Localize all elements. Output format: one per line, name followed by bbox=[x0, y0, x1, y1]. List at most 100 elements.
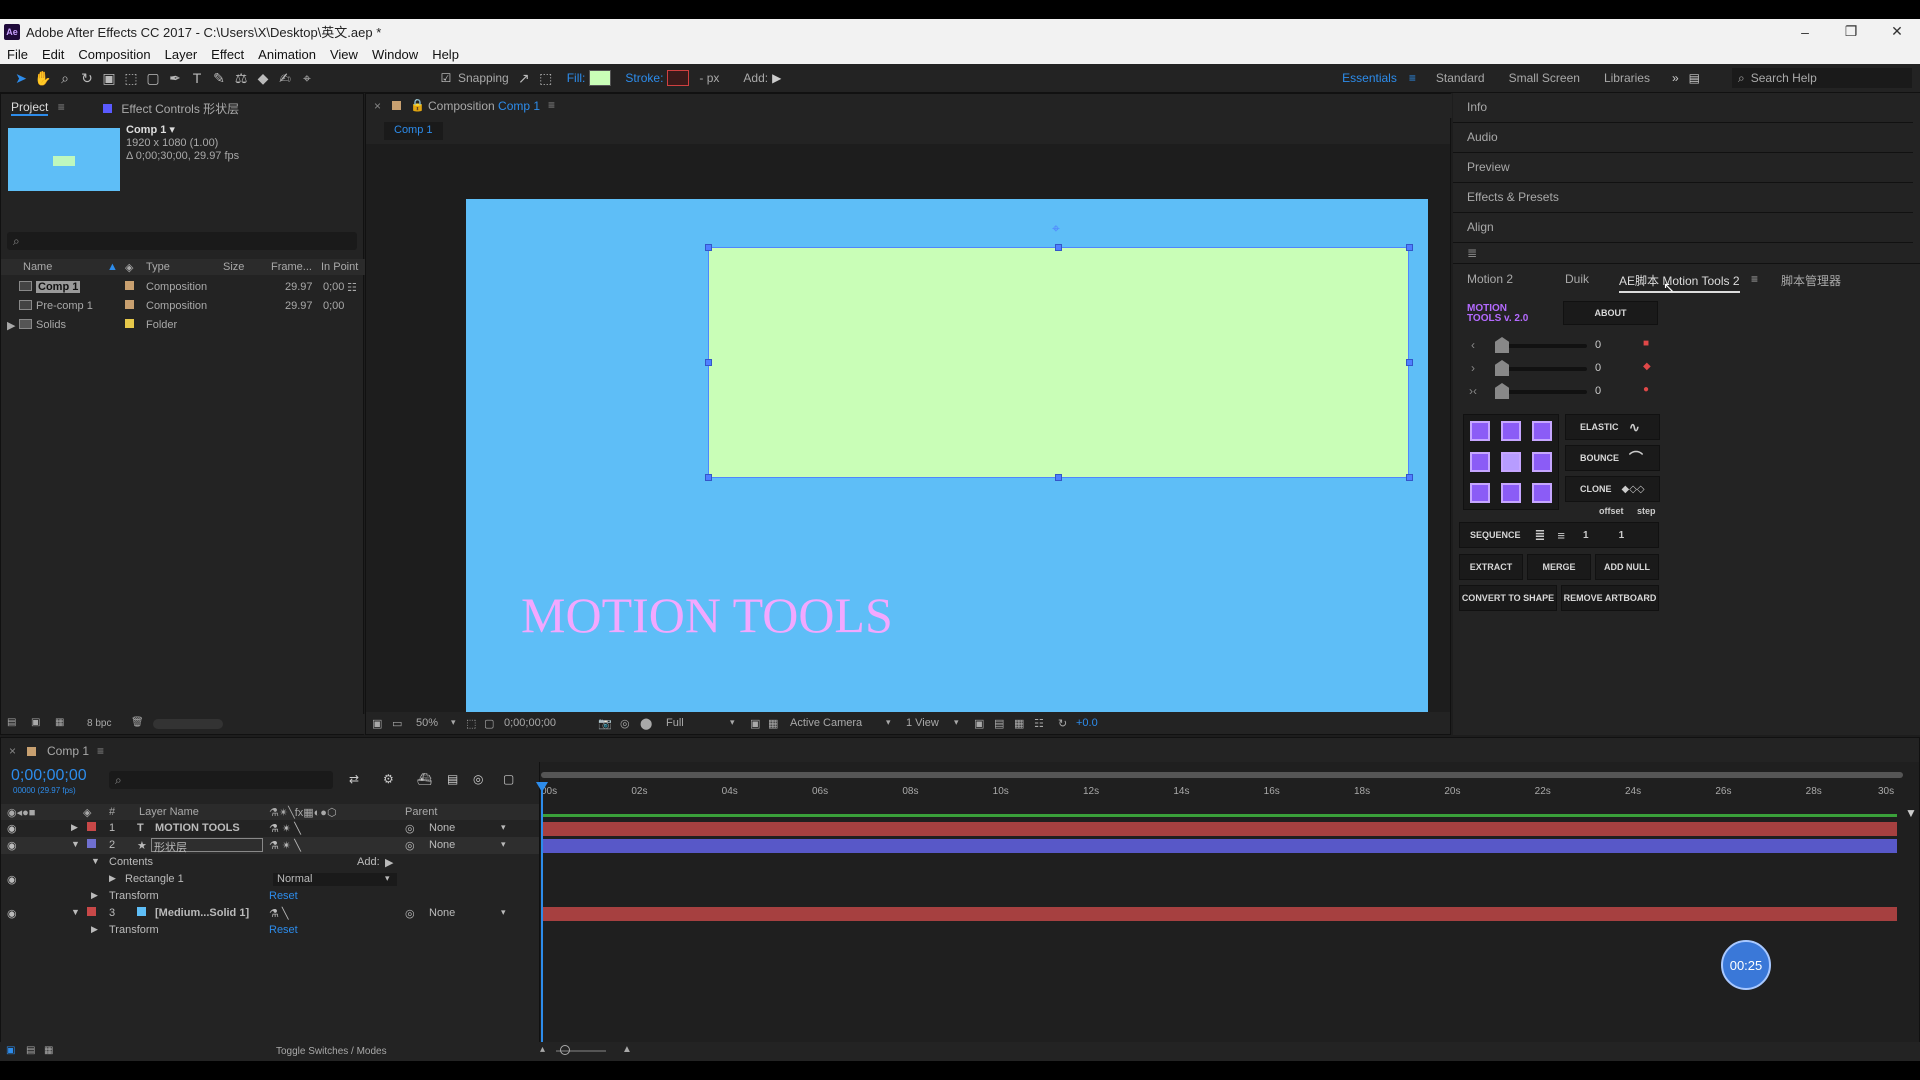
menu-view[interactable]: View bbox=[323, 47, 365, 62]
tab-script-manager[interactable]: 脚本管理器 bbox=[1781, 272, 1841, 289]
minimize-button[interactable]: – bbox=[1782, 19, 1828, 44]
parent-icon[interactable]: ◎ bbox=[405, 907, 415, 920]
transfer-controls-icon[interactable]: ▤ bbox=[26, 1045, 35, 1056]
preview-panel-tab[interactable]: Preview bbox=[1467, 160, 1510, 174]
work-area-bar[interactable] bbox=[541, 772, 1903, 778]
project-item-pre-comp-1[interactable]: Pre-comp 1 Composition 29.97 0;00 bbox=[1, 297, 365, 316]
label-col-icon[interactable]: ◈ bbox=[125, 261, 133, 274]
layer-switches[interactable]: ⚗ ╲ bbox=[269, 907, 289, 920]
panel-menu-icon[interactable]: ≡ bbox=[1751, 272, 1758, 286]
layer-row-1[interactable]: ◉ ▶ 1 T MOTION TOOLS ⚗ ✴ ╲ ◎ None ▾ bbox=[1, 820, 539, 837]
snapping-checkbox[interactable]: ☑ bbox=[438, 67, 454, 89]
timeline-icon[interactable]: ▦ bbox=[1014, 717, 1024, 730]
layer-3-duration-bar[interactable] bbox=[542, 907, 1897, 921]
visibility-eye-icon[interactable]: ◉ bbox=[7, 822, 17, 835]
trash-icon[interactable]: 🗑 bbox=[131, 717, 144, 728]
layer-name[interactable]: [Medium...Solid 1] bbox=[155, 907, 249, 919]
ease-in-value[interactable]: 0 bbox=[1595, 339, 1601, 351]
region-of-interest-icon[interactable]: ▣ bbox=[750, 717, 760, 730]
convert-to-shape-button[interactable]: CONVERT TO SHAPE bbox=[1459, 585, 1557, 611]
menu-effect[interactable]: Effect bbox=[204, 47, 251, 62]
draft-3d-icon[interactable]: ⚙ bbox=[383, 772, 394, 786]
about-button[interactable]: ABOUT bbox=[1563, 301, 1658, 325]
keyframe-diamond-icon[interactable]: ◆ bbox=[1643, 361, 1651, 372]
timeline-zoom-knob[interactable] bbox=[560, 1045, 570, 1055]
effects-presets-panel-tab[interactable]: Effects & Presets bbox=[1467, 190, 1559, 204]
parent-dropdown[interactable]: None bbox=[429, 907, 455, 919]
bit-depth[interactable]: 8 bpc bbox=[87, 718, 111, 729]
snap-option-icon[interactable]: ↗ bbox=[513, 67, 535, 89]
layer-row-2[interactable]: ◉ ▼ 2 ★ 形状层 ⚗ ✴ ╲ ◎ None ▾ bbox=[1, 837, 539, 854]
expand-arrow-icon[interactable]: ▶ bbox=[7, 319, 15, 332]
fit-icon[interactable]: ⬚ bbox=[466, 717, 476, 730]
chevron-down-icon[interactable]: ▾ bbox=[730, 717, 735, 728]
zoom-dropdown[interactable]: 50% bbox=[416, 717, 438, 729]
channel-icon[interactable]: ⬤ bbox=[640, 717, 652, 730]
eraser-tool-icon[interactable]: ◆ bbox=[252, 67, 274, 89]
anchor-bottom-left[interactable] bbox=[1470, 483, 1490, 503]
chevron-down-icon[interactable]: ▾ bbox=[385, 873, 390, 884]
anchor-top-right[interactable] bbox=[1532, 421, 1552, 441]
layer-label-color[interactable] bbox=[87, 907, 96, 919]
panel-menu-icon[interactable]: ≡ bbox=[97, 744, 104, 758]
interpret-footage-icon[interactable]: ▤ bbox=[7, 717, 16, 728]
workspace-small-screen[interactable]: Small Screen bbox=[1509, 71, 1580, 85]
collapse-arrow-icon[interactable]: ▼ bbox=[71, 839, 80, 849]
monitor-icon[interactable]: ▭ bbox=[392, 717, 402, 730]
anchor-middle-right[interactable] bbox=[1532, 452, 1552, 472]
ease-both-value[interactable]: 0 bbox=[1595, 385, 1601, 397]
hand-tool-icon[interactable]: ✋ bbox=[32, 67, 54, 89]
parent-icon[interactable]: ◎ bbox=[405, 822, 415, 835]
menu-composition[interactable]: Composition bbox=[71, 47, 157, 62]
col-type[interactable]: Type bbox=[146, 261, 170, 273]
workspace-menu-icon[interactable]: ≡ bbox=[1409, 71, 1416, 85]
thumbnail-size-slider[interactable] bbox=[153, 719, 223, 729]
transform-handle[interactable] bbox=[705, 359, 712, 366]
add-button-icon[interactable]: ▶ bbox=[385, 856, 393, 869]
layer-switches[interactable]: ⚗ ✴ ╲ bbox=[269, 822, 301, 835]
transform-handle[interactable] bbox=[1406, 474, 1413, 481]
toggle-switches-modes[interactable]: Toggle Switches / Modes bbox=[276, 1046, 387, 1057]
anchor-top-center[interactable] bbox=[1501, 421, 1521, 441]
zoom-in-icon[interactable]: ▲ bbox=[622, 1044, 632, 1055]
sequence-forward-icon[interactable]: ≣ bbox=[1535, 527, 1546, 543]
exposure-value[interactable]: +0.0 bbox=[1076, 717, 1098, 729]
toggle-pixel-icon[interactable]: ▣ bbox=[974, 717, 984, 730]
comp-breadcrumb-tab[interactable]: Comp 1 bbox=[384, 122, 443, 140]
pan-behind-tool-icon[interactable]: ⬚ bbox=[120, 67, 142, 89]
stroke-swatch[interactable] bbox=[667, 70, 690, 86]
workspace-essentials[interactable]: Essentials bbox=[1342, 71, 1397, 85]
transform-row[interactable]: ▶ Transform Reset bbox=[1, 888, 539, 905]
reset-link[interactable]: Reset bbox=[269, 924, 298, 936]
menu-animation[interactable]: Animation bbox=[251, 47, 323, 62]
anchor-bottom-center[interactable] bbox=[1501, 483, 1521, 503]
ease-both-slider-knob[interactable] bbox=[1495, 383, 1509, 399]
panel-menu-icon[interactable]: ≡ bbox=[548, 98, 555, 112]
close-tab-icon[interactable]: × bbox=[9, 744, 16, 758]
panel-menu-icon[interactable]: ≡ bbox=[58, 100, 65, 114]
rectangle-1-row[interactable]: ◉ ▶ Rectangle 1 Normal ▾ bbox=[1, 871, 539, 888]
info-panel-tab[interactable]: Info bbox=[1467, 100, 1487, 114]
snap-grid-icon[interactable]: ⬚ bbox=[535, 67, 557, 89]
resolution-dropdown[interactable]: Full bbox=[666, 717, 684, 729]
visibility-eye-icon[interactable]: ◉ bbox=[7, 873, 17, 886]
col-in-point[interactable]: In Point bbox=[321, 261, 358, 273]
tab-motion-tools-2[interactable]: AE脚本 Motion Tools 2 bbox=[1619, 272, 1740, 293]
new-folder-icon[interactable]: ▣ bbox=[31, 717, 40, 728]
anchor-bottom-right[interactable] bbox=[1532, 483, 1552, 503]
selection-tool-icon[interactable]: ➤ bbox=[10, 67, 32, 89]
remove-artboard-button[interactable]: REMOVE ARTBOARD bbox=[1561, 585, 1659, 611]
contents-group-row[interactable]: ▼ Contents Add: ▶ bbox=[1, 854, 539, 871]
close-button[interactable]: ✕ bbox=[1874, 19, 1920, 44]
stroke-width[interactable]: - px bbox=[699, 71, 719, 85]
graph-editor-icon[interactable]: ▢ bbox=[503, 772, 514, 786]
blend-mode-dropdown[interactable]: Normal bbox=[273, 873, 397, 886]
paragraph-icon[interactable]: ≣ bbox=[1467, 246, 1477, 260]
reset-exposure-icon[interactable]: ↻ bbox=[1058, 717, 1067, 730]
transform-handle[interactable] bbox=[705, 474, 712, 481]
chevron-down-icon[interactable]: ▾ bbox=[501, 907, 506, 918]
workspace-grid-icon[interactable]: ▤ bbox=[1689, 71, 1700, 85]
tab-motion-2[interactable]: Motion 2 bbox=[1467, 272, 1513, 286]
extract-button[interactable]: EXTRACT bbox=[1459, 554, 1523, 580]
menu-edit[interactable]: Edit bbox=[35, 47, 71, 62]
